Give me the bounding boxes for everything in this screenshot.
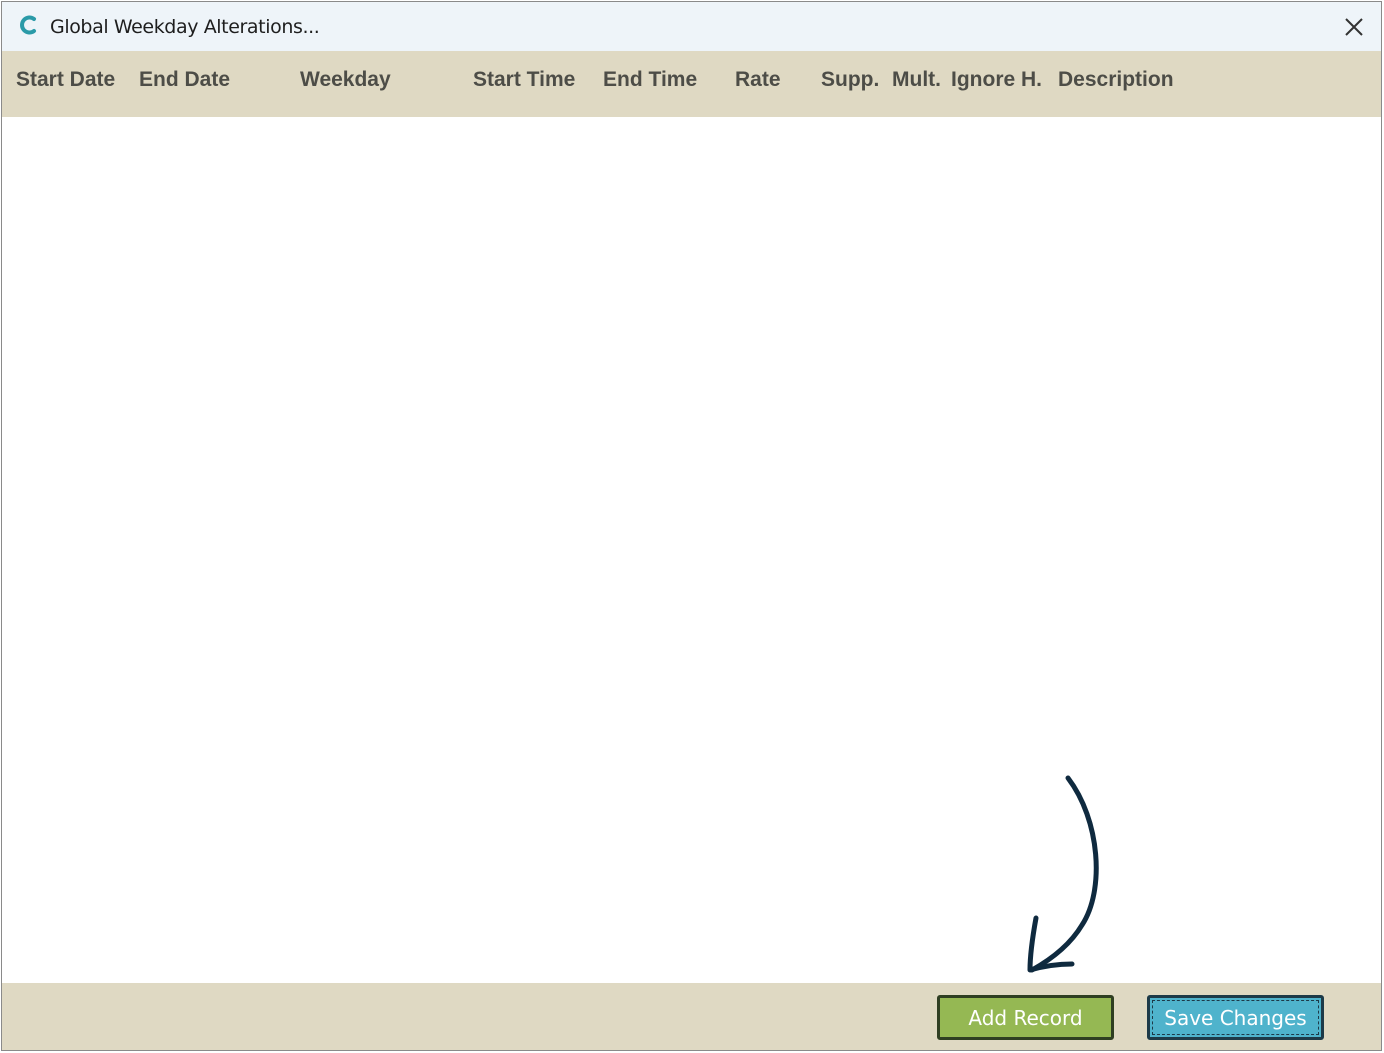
close-icon xyxy=(1345,18,1363,36)
close-button[interactable] xyxy=(1341,14,1367,40)
grid-body[interactable] xyxy=(2,117,1381,983)
column-header-rate[interactable]: Rate xyxy=(735,68,781,92)
add-record-button[interactable]: Add Record xyxy=(937,995,1114,1040)
column-header-end-time[interactable]: End Time xyxy=(603,68,697,92)
column-header-start-date[interactable]: Start Date xyxy=(16,68,115,92)
save-changes-button[interactable]: Save Changes xyxy=(1147,995,1324,1040)
dialog-window: Global Weekday Alterations... Start Date… xyxy=(1,1,1382,1051)
title-bar: Global Weekday Alterations... xyxy=(2,2,1381,51)
column-header-start-time[interactable]: Start Time xyxy=(473,68,575,92)
c-logo-icon xyxy=(18,14,40,36)
window-title: Global Weekday Alterations... xyxy=(50,16,320,38)
column-header-end-date[interactable]: End Date xyxy=(139,68,230,92)
column-header-supp[interactable]: Supp. xyxy=(821,68,879,92)
grid-header: Start Date End Date Weekday Start Time E… xyxy=(2,51,1381,117)
column-header-description[interactable]: Description xyxy=(1058,68,1174,92)
column-header-ignore-h[interactable]: Ignore H. xyxy=(951,68,1042,92)
column-header-mult[interactable]: Mult. xyxy=(892,68,941,92)
column-header-weekday[interactable]: Weekday xyxy=(300,68,391,92)
footer-bar: Add Record Save Changes xyxy=(2,983,1381,1050)
